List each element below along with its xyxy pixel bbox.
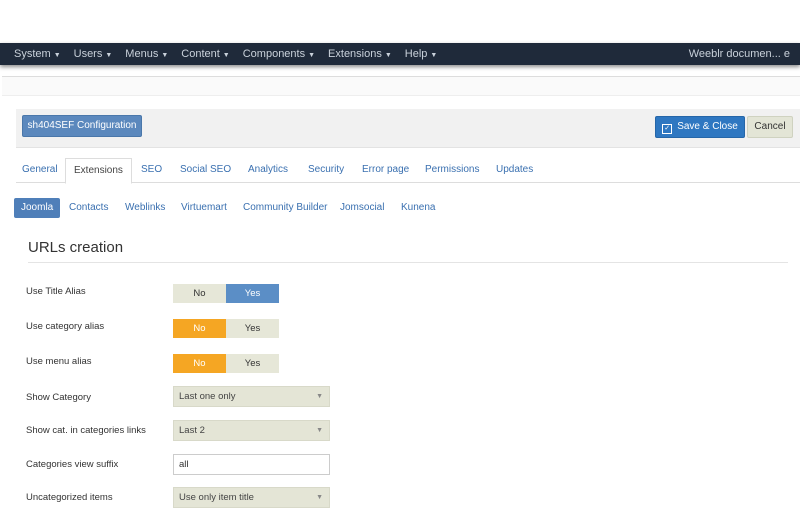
use-category-alias-toggle: No Yes <box>173 319 279 338</box>
caret-down-icon: ▼ <box>222 52 230 59</box>
use-category-alias-label: Use category alias <box>26 321 105 332</box>
caret-down-icon: ▼ <box>316 427 323 434</box>
menu-menus[interactable]: Menus ▼ <box>125 48 168 60</box>
tab-social-seo[interactable]: Social SEO <box>180 158 231 182</box>
menu-label: Users <box>73 48 103 60</box>
section-divider <box>28 262 788 263</box>
show-category-label: Show Category <box>26 392 91 403</box>
config-tabs: General Extensions SEO Social SEO Analyt… <box>16 158 800 184</box>
modal-header <box>2 77 800 96</box>
menu-label: Menus <box>125 48 159 60</box>
admin-menu: System ▼ Users ▼ Menus ▼ Content ▼ Component… <box>14 43 450 65</box>
caret-down-icon: ▼ <box>316 494 323 501</box>
config-modal: sh404SEF Configuration ✓ Save & Close Can… <box>2 76 800 531</box>
subtab-community-builder[interactable]: Community Builder <box>243 198 327 218</box>
uncategorized-items-select[interactable]: Use only item title ▼ <box>173 487 330 508</box>
caret-down-icon: ▼ <box>430 52 438 59</box>
tab-permissions[interactable]: Permissions <box>425 158 479 182</box>
tab-updates[interactable]: Updates <box>496 158 533 182</box>
menu-content[interactable]: Content ▼ <box>181 48 229 60</box>
menu-extensions[interactable]: Extensions ▼ <box>328 48 392 60</box>
cancel-button[interactable]: Cancel <box>747 116 793 138</box>
uncategorized-items-value: Use only item title <box>179 492 254 503</box>
caret-down-icon: ▼ <box>105 52 113 59</box>
use-menu-alias-toggle: No Yes <box>173 354 279 373</box>
menu-system[interactable]: System ▼ <box>14 48 61 60</box>
show-cat-in-categories-links-value: Last 2 <box>179 425 205 436</box>
show-category-select[interactable]: Last one only ▼ <box>173 386 330 407</box>
use-title-alias-yes[interactable]: Yes <box>226 284 279 303</box>
tab-general[interactable]: General <box>22 158 58 182</box>
config-title-button[interactable]: sh404SEF Configuration <box>22 115 142 137</box>
use-menu-alias-yes[interactable]: Yes <box>226 354 279 373</box>
use-menu-alias-label: Use menu alias <box>26 356 92 367</box>
subtab-contacts[interactable]: Contacts <box>69 198 108 218</box>
section-title: URLs creation <box>28 239 124 256</box>
tab-error-page[interactable]: Error page <box>362 158 409 182</box>
subtab-jomsocial[interactable]: Jomsocial <box>340 198 384 218</box>
save-close-label: Save & Close <box>677 121 738 132</box>
subtab-joomla[interactable]: Joomla <box>14 198 61 218</box>
caret-down-icon: ▼ <box>384 52 392 59</box>
use-title-alias-toggle: No Yes <box>173 284 279 303</box>
subtab-weblinks[interactable]: Weblinks <box>125 198 165 218</box>
toolbar: sh404SEF Configuration ✓ Save & Close Can… <box>16 109 800 148</box>
uncategorized-items-label: Uncategorized items <box>26 492 113 503</box>
subtab-virtuemart[interactable]: Virtuemart <box>181 198 227 218</box>
menu-label: Extensions <box>328 48 382 60</box>
caret-down-icon: ▼ <box>316 393 323 400</box>
caret-down-icon: ▼ <box>53 52 61 59</box>
use-title-alias-no[interactable]: No <box>173 284 226 303</box>
menu-label: Components <box>242 48 306 60</box>
save-close-button[interactable]: ✓ Save & Close <box>655 116 745 138</box>
menu-users[interactable]: Users ▼ <box>74 48 113 60</box>
use-category-alias-yes[interactable]: Yes <box>226 319 279 338</box>
menu-label: Content <box>181 48 220 60</box>
tab-security[interactable]: Security <box>308 158 344 182</box>
use-category-alias-no[interactable]: No <box>173 319 226 338</box>
use-menu-alias-no[interactable]: No <box>173 354 226 373</box>
menu-components[interactable]: Components ▼ <box>243 48 315 60</box>
tab-analytics[interactable]: Analytics <box>248 158 288 182</box>
admin-menu-bar: System ▼ Users ▼ Menus ▼ Content ▼ Component… <box>0 43 800 65</box>
use-title-alias-label: Use Title Alias <box>26 286 86 297</box>
tab-seo[interactable]: SEO <box>141 158 162 182</box>
user-menu[interactable]: Weeblr documen... e <box>689 43 790 65</box>
menu-help[interactable]: Help ▼ <box>405 48 438 60</box>
menu-label: Help <box>404 48 428 60</box>
caret-down-icon: ▼ <box>161 52 169 59</box>
menu-label: System <box>14 48 51 60</box>
subtab-kunena[interactable]: Kunena <box>401 198 435 218</box>
checkbox-icon: ✓ <box>662 124 673 134</box>
show-category-value: Last one only <box>179 391 236 402</box>
tab-extensions[interactable]: Extensions <box>65 158 132 184</box>
categories-view-suffix-input[interactable]: all <box>173 454 330 475</box>
caret-down-icon: ▼ <box>308 52 316 59</box>
show-cat-in-categories-links-label: Show cat. in categories links <box>26 425 146 436</box>
categories-view-suffix-label: Categories view suffix <box>26 459 119 470</box>
show-cat-in-categories-links-select[interactable]: Last 2 ▼ <box>173 420 330 441</box>
